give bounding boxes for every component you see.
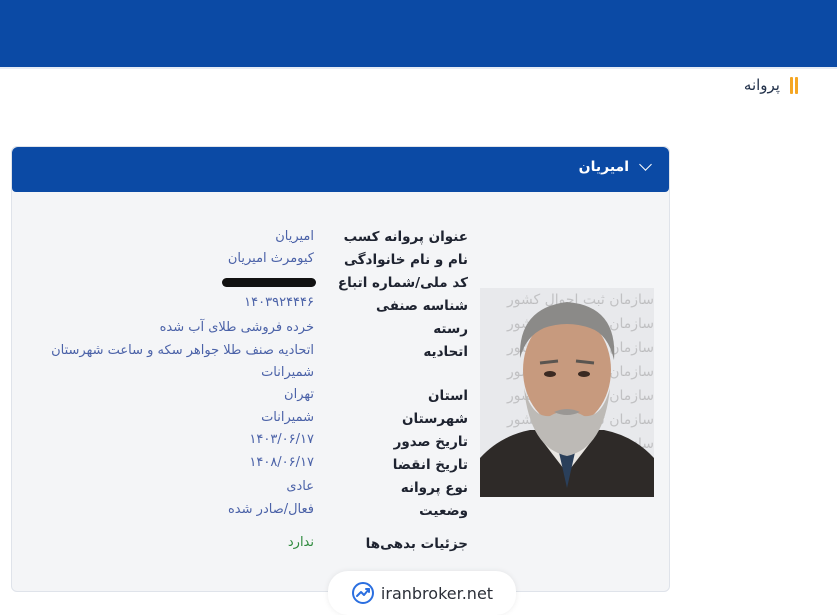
brand-text: iranbroker.net (380, 583, 494, 603)
field-label-license-type: نوع پروانه (400, 480, 468, 496)
license-holder-photo: سازمان ثبت احوال کشور سازمان ثبت احوال ک… (480, 288, 654, 497)
field-value-full-name: کیومرث امیریان (227, 251, 314, 266)
redacted-national-id (222, 278, 316, 287)
field-label-expiry-date: تاریخ انقضا (392, 457, 468, 473)
field-label-issue-date: تاریخ صدور (393, 434, 468, 450)
trend-chart-icon (351, 582, 374, 604)
field-value-union-cont: شمیرانات (261, 365, 314, 380)
card-title: امیریان (578, 159, 629, 175)
field-label-status: وضعیت (419, 503, 468, 519)
field-value-category: خرده فروشی طلای آب شده (159, 320, 314, 335)
field-value-license-title: امیریان (275, 229, 314, 244)
field-value-union: اتحادیه صنف طلا جواهر سکه و ساعت شهرستان (51, 343, 314, 358)
heading-accent-icon (790, 76, 798, 94)
card-header-toggle[interactable]: امیریان (12, 147, 669, 192)
topbar-divider (0, 67, 837, 69)
field-label-county: شهرستان (402, 411, 468, 427)
field-label-debt-details: جزئیات بدهی‌ها (365, 536, 468, 552)
field-value-expiry-date: ۱۴۰۸/۰۶/۱۷ (249, 455, 314, 470)
page-heading: پروانه (744, 76, 798, 94)
page-title: پروانه (743, 76, 780, 94)
field-value-issue-date: ۱۴۰۳/۰۶/۱۷ (249, 432, 314, 447)
chevron-down-icon[interactable] (639, 158, 652, 171)
field-label-license-title: عنوان پروانه کسب (343, 229, 468, 245)
license-card: امیریان سازمان ثبت احوال کشور سازمان ثبت… (11, 146, 670, 592)
field-label-guild-id: شناسه صنفی (376, 298, 468, 314)
person-portrait-icon (480, 302, 654, 497)
field-label-province: استان (427, 388, 468, 404)
field-value-status: فعال/صادر شده (228, 502, 314, 517)
top-navigation-bar (0, 0, 837, 67)
field-value-county: شمیرانات (261, 410, 314, 425)
field-value-license-type: عادی (286, 479, 314, 494)
field-value-debt-details: ندارد (287, 535, 314, 550)
field-label-category: رسته (433, 321, 468, 337)
field-value-guild-id: ۱۴۰۳۹۲۴۴۴۶ (244, 295, 314, 310)
field-label-national-id: کد ملی/شماره اتباع (337, 275, 468, 291)
field-label-full-name: نام و نام خانوادگی (344, 252, 468, 268)
brand-watermark[interactable]: iranbroker.net (328, 571, 516, 615)
field-value-province: تهران (284, 387, 314, 402)
field-label-union: اتحادیه (423, 344, 468, 360)
